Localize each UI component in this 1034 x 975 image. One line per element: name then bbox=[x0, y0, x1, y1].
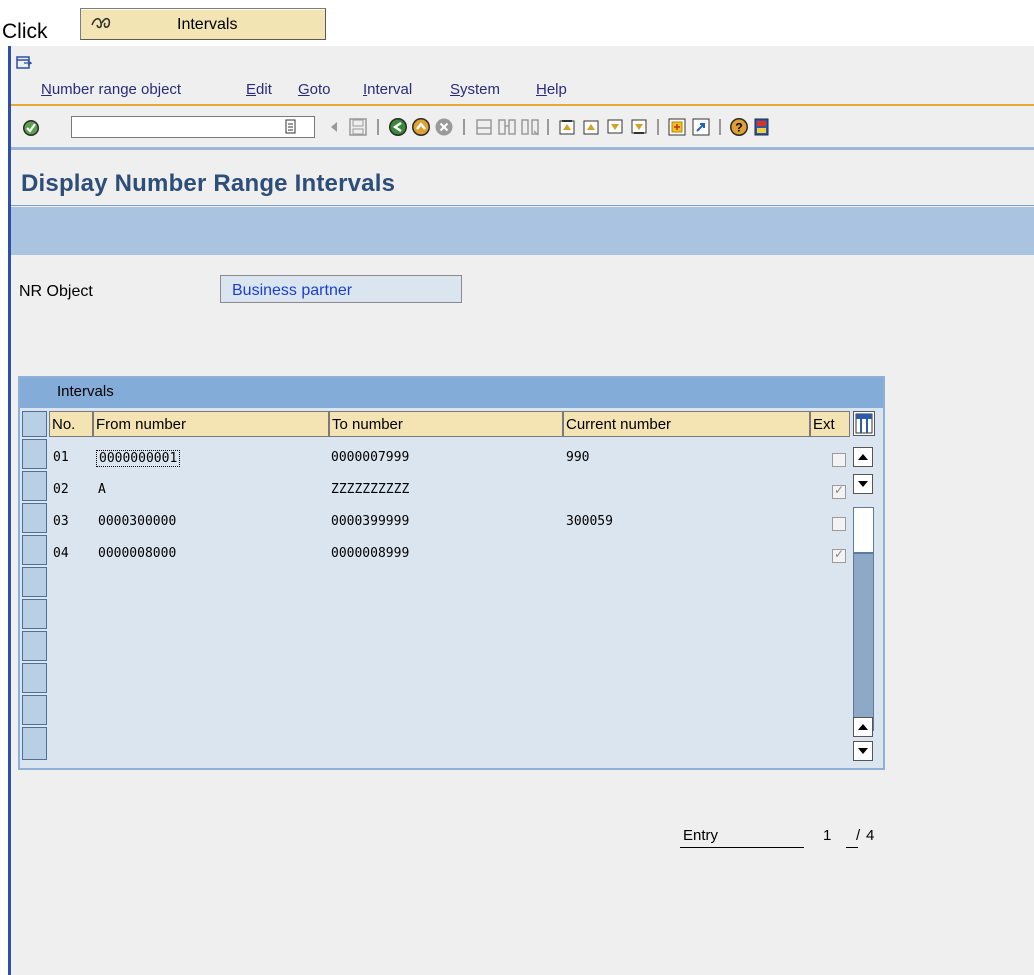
select-all-button[interactable] bbox=[22, 411, 47, 437]
cell-from-number[interactable]: 0000000001 bbox=[96, 450, 181, 467]
table-title-bar: Intervals bbox=[20, 378, 883, 408]
instruction-text: Click bbox=[2, 20, 48, 43]
menu-interval[interactable]: Interval bbox=[363, 81, 412, 98]
command-history-icon[interactable] bbox=[284, 119, 298, 135]
nr-object-label: NR Object bbox=[19, 283, 93, 300]
row-selector[interactable] bbox=[22, 727, 47, 760]
application-toolbar bbox=[11, 207, 1034, 255]
entry-current: 1 bbox=[823, 827, 832, 844]
save-icon[interactable] bbox=[348, 117, 368, 137]
cell-to-number[interactable]: 0000008999 bbox=[331, 546, 409, 561]
next-page-icon[interactable] bbox=[605, 117, 625, 137]
table-settings-icon[interactable] bbox=[853, 411, 875, 436]
back-arrow-small-icon[interactable] bbox=[324, 117, 344, 137]
change-intervals-icon bbox=[91, 17, 111, 29]
scroll-up-button[interactable] bbox=[853, 447, 873, 467]
enter-check-icon[interactable] bbox=[21, 118, 41, 138]
title-area: Display Number Range Intervals bbox=[11, 150, 1034, 206]
column-header-current-number[interactable]: Current number bbox=[563, 411, 810, 437]
menu-bar: Number range object Edit Goto Interval S… bbox=[11, 76, 1034, 106]
cell-from-number[interactable]: 0000008000 bbox=[98, 546, 176, 561]
intervals-button-label: Intervals bbox=[177, 16, 238, 33]
row-selector[interactable] bbox=[22, 471, 47, 501]
table-title: Intervals bbox=[57, 383, 114, 400]
row-selector[interactable] bbox=[22, 439, 47, 469]
exit-icon[interactable] bbox=[411, 117, 431, 137]
svg-text:?: ? bbox=[735, 121, 742, 135]
column-header-no[interactable]: No. bbox=[49, 411, 93, 437]
cell-to-number[interactable]: ZZZZZZZZZZ bbox=[331, 482, 409, 497]
ext-checkbox-checked[interactable] bbox=[832, 483, 846, 499]
first-page-icon[interactable] bbox=[557, 117, 577, 137]
row-selector[interactable] bbox=[22, 535, 47, 565]
previous-page-icon[interactable] bbox=[581, 117, 601, 137]
cell-to-number[interactable]: 0000399999 bbox=[331, 514, 409, 529]
cell-no: 03 bbox=[53, 514, 69, 529]
column-header-from-number[interactable]: From number bbox=[93, 411, 329, 437]
menu-edit[interactable]: Edit bbox=[246, 81, 272, 98]
ext-checkbox[interactable] bbox=[832, 453, 846, 467]
entry-separator-underline bbox=[846, 847, 858, 848]
arrow-down-icon bbox=[858, 481, 868, 487]
cell-current-number[interactable]: 300059 bbox=[566, 514, 613, 529]
row-selector[interactable] bbox=[22, 695, 47, 725]
page-title: Display Number Range Intervals bbox=[21, 170, 396, 197]
arrow-up-icon bbox=[858, 454, 868, 460]
help-icon[interactable]: ? bbox=[729, 117, 749, 137]
entry-total: 4 bbox=[866, 827, 875, 844]
entry-label: Entry bbox=[683, 827, 719, 844]
ext-checkbox[interactable] bbox=[832, 517, 846, 531]
row-selector[interactable] bbox=[22, 567, 47, 597]
print-icon[interactable] bbox=[474, 117, 494, 137]
cell-no: 04 bbox=[53, 546, 69, 561]
menu-goto[interactable]: Goto bbox=[298, 81, 331, 98]
last-page-icon[interactable] bbox=[629, 117, 649, 137]
entry-separator: / bbox=[856, 827, 861, 844]
column-header-ext[interactable]: Ext bbox=[810, 411, 850, 437]
cell-no: 02 bbox=[53, 482, 69, 497]
arrow-up-icon bbox=[858, 724, 868, 730]
scrollbar-track[interactable] bbox=[853, 553, 874, 731]
nr-object-field: Business partner bbox=[220, 275, 462, 303]
menu-help[interactable]: Help bbox=[536, 81, 567, 98]
back-icon[interactable] bbox=[388, 117, 408, 137]
row-selector-column bbox=[22, 411, 47, 767]
cell-no: 01 bbox=[53, 450, 69, 465]
scrollbar-thumb[interactable] bbox=[853, 507, 874, 553]
ext-checkbox-checked[interactable] bbox=[832, 547, 846, 563]
cancel-icon[interactable] bbox=[434, 117, 454, 137]
row-selector[interactable] bbox=[22, 663, 47, 693]
page-up-button[interactable] bbox=[853, 717, 873, 737]
scroll-down-button[interactable] bbox=[853, 474, 873, 494]
cell-from-number[interactable]: 0000300000 bbox=[98, 514, 176, 529]
vertical-scrollbar[interactable] bbox=[853, 443, 875, 769]
shortcut-icon[interactable] bbox=[691, 117, 711, 137]
cell-from-number[interactable]: A bbox=[98, 482, 106, 497]
customize-layout-icon[interactable] bbox=[752, 117, 772, 137]
column-config-icon bbox=[855, 413, 873, 434]
row-selector[interactable] bbox=[22, 599, 47, 629]
intervals-button[interactable]: Intervals bbox=[80, 8, 326, 40]
find-icon[interactable] bbox=[497, 117, 517, 137]
menu-number-range-object[interactable]: Number range object bbox=[41, 81, 181, 98]
page-down-button[interactable] bbox=[853, 741, 873, 761]
column-header-to-number[interactable]: To number bbox=[329, 411, 563, 437]
menu-system[interactable]: System bbox=[450, 81, 500, 98]
cell-to-number[interactable]: 0000007999 bbox=[331, 450, 409, 465]
cell-current-number[interactable]: 990 bbox=[566, 450, 589, 465]
row-selector[interactable] bbox=[22, 631, 47, 661]
find-next-icon[interactable] bbox=[520, 117, 540, 137]
entry-underline bbox=[680, 847, 804, 848]
row-selector[interactable] bbox=[22, 503, 47, 533]
arrow-down-icon bbox=[858, 748, 868, 754]
window-menu-icon[interactable] bbox=[16, 56, 32, 70]
intervals-table: Intervals No. From number To number Curr… bbox=[18, 376, 885, 770]
create-session-icon[interactable] bbox=[667, 117, 687, 137]
command-field[interactable] bbox=[71, 116, 315, 138]
standard-toolbar: ? bbox=[11, 108, 1034, 150]
